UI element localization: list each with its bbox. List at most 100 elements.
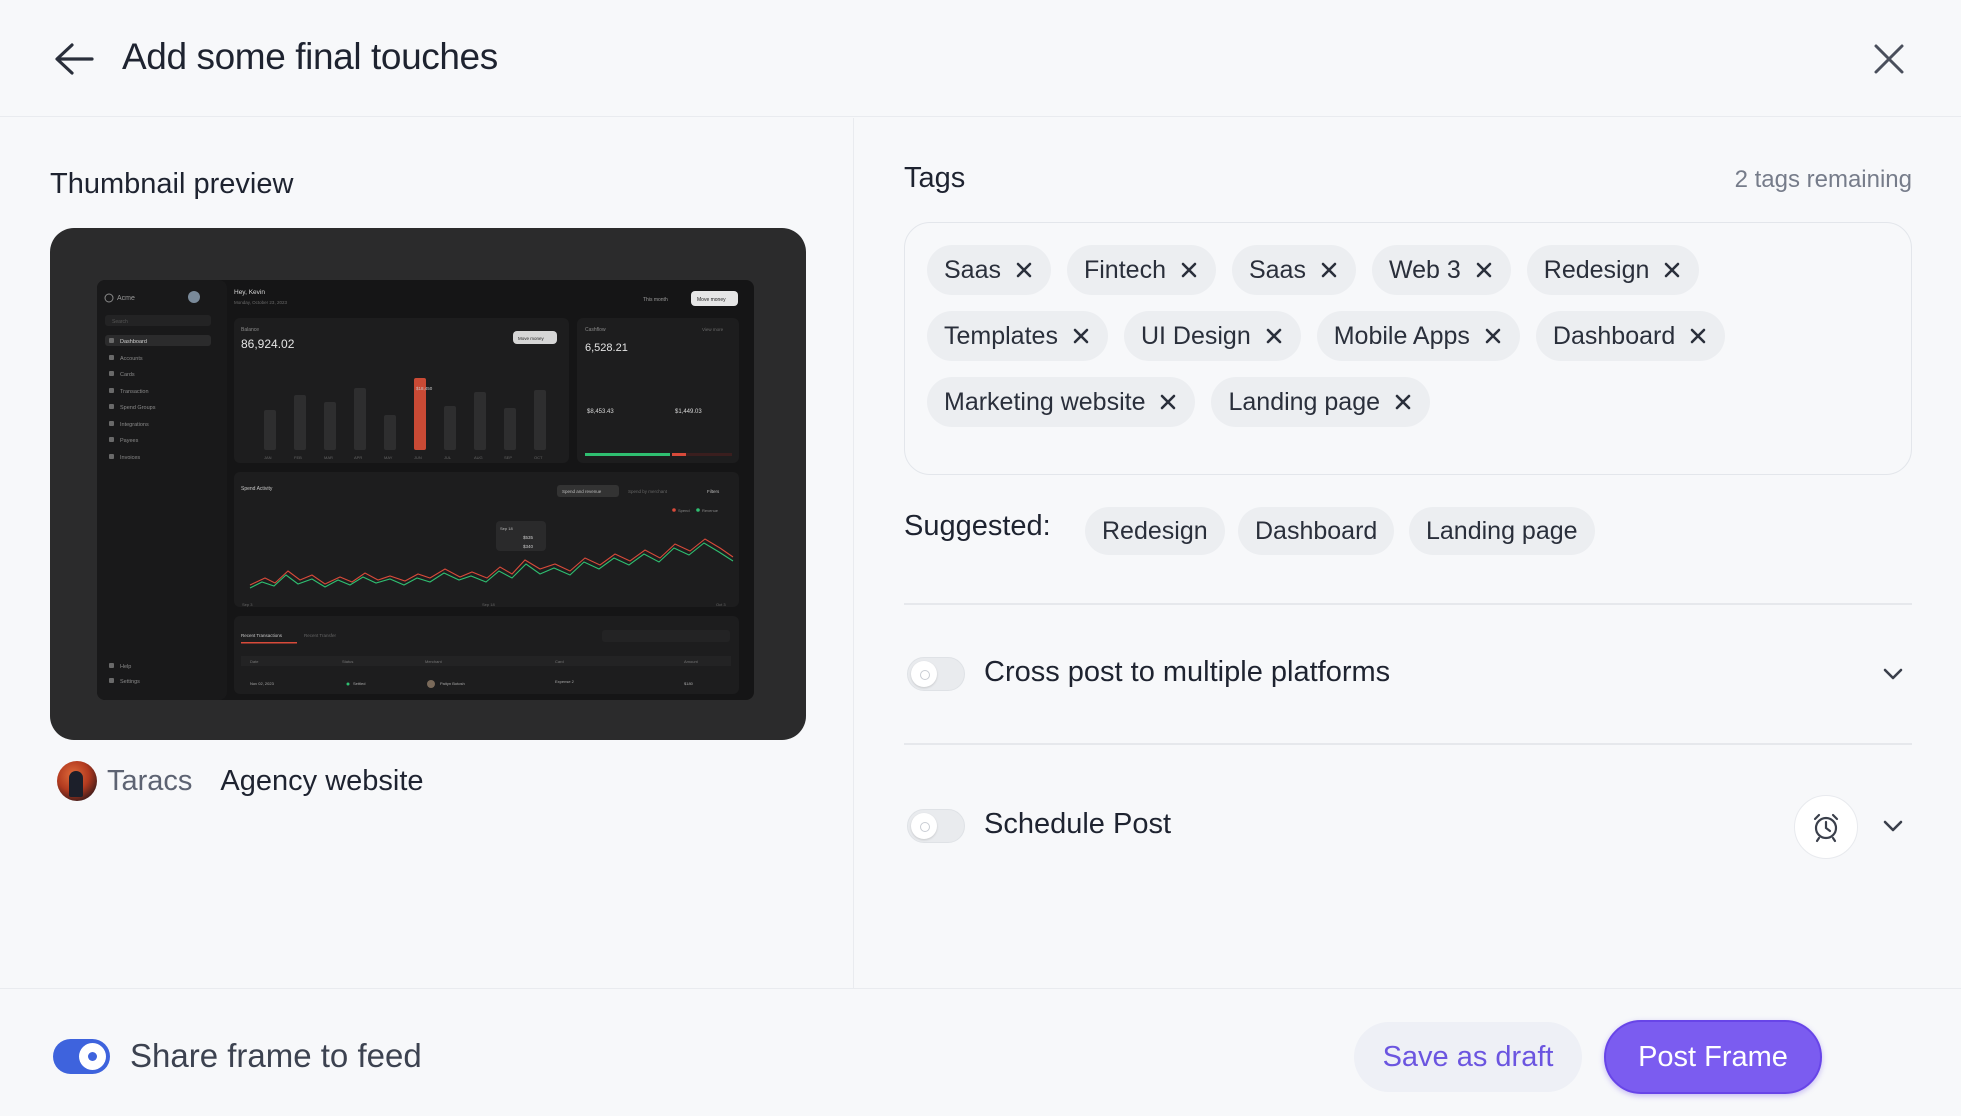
dashboard-preview-image: Acme Search Dashboard Accounts Cards Tra… — [97, 280, 754, 700]
preview-cashflow-label: Cashflow — [585, 327, 606, 333]
remove-tag-icon[interactable] — [1180, 261, 1198, 279]
tag-row: Saas Fintech Saas Web 3 Redesign — [927, 245, 1889, 295]
thumbnail-preview-label: Thumbnail preview — [50, 168, 294, 200]
preview-nav-0: Dashboard — [120, 339, 147, 345]
preview-date: Monday, October 23, 2023 — [234, 300, 287, 305]
preview-greeting: Hey, Kevin — [234, 289, 265, 296]
preview-tx-header-2: Merchant — [425, 659, 443, 664]
modal-header: Add some final touches — [0, 0, 1961, 117]
alarm-clock-icon — [1813, 813, 1839, 843]
save-as-draft-button[interactable]: Save as draft — [1354, 1022, 1582, 1092]
tag-chip[interactable]: Saas — [927, 245, 1051, 295]
preview-balance-move-money: Move money — [518, 336, 545, 341]
preview-nav-4: Spend Groups — [120, 405, 156, 411]
suggested-tag-dashboard[interactable]: Dashboard — [1238, 507, 1395, 555]
preview-period: This month — [643, 297, 668, 303]
tag-label: Saas — [1248, 255, 1306, 284]
left-panel: Thumbnail preview Acme Search Dashboard … — [0, 118, 854, 988]
preview-balance-value: 86,924.02 — [241, 337, 295, 351]
preview-tx-header-1: Status — [342, 659, 353, 664]
chevron-down-icon[interactable] — [1879, 660, 1907, 688]
remove-tag-icon[interactable] — [1015, 261, 1033, 279]
preview-tx-amount: $180 — [684, 681, 694, 686]
divider — [904, 743, 1912, 745]
tag-chip[interactable]: Web 3 — [1371, 245, 1511, 295]
remove-tag-icon[interactable] — [1663, 261, 1681, 279]
preview-month-label: JUN — [414, 455, 422, 460]
remove-tag-icon[interactable] — [1320, 261, 1338, 279]
remove-tag-icon[interactable] — [1072, 327, 1090, 345]
tags-input-box[interactable]: Saas Fintech Saas Web 3 Redesign Templates UI … — [904, 222, 1912, 475]
tags-title: Tags — [904, 162, 966, 194]
cross-post-label: Cross post to multiple platforms — [984, 656, 1391, 688]
share-to-feed-toggle[interactable] — [53, 1039, 110, 1074]
preview-search: Search — [112, 319, 128, 325]
preview-nav-3: Transaction — [120, 389, 149, 395]
author-name[interactable]: Taracs — [107, 765, 192, 798]
preview-month-label: SEP — [504, 455, 512, 460]
preview-view-more: View more — [702, 327, 724, 332]
close-icon[interactable] — [1870, 40, 1908, 78]
remove-tag-icon[interactable] — [1689, 327, 1707, 345]
schedule-time-button[interactable] — [1794, 795, 1858, 859]
remove-tag-icon[interactable] — [1159, 393, 1177, 411]
preview-month-label: OCT — [534, 455, 543, 460]
preview-tx-date: Nov 02, 2023 — [250, 681, 275, 686]
avatar[interactable] — [57, 761, 97, 801]
tag-chip[interactable]: Templates — [927, 311, 1108, 361]
right-panel: Tags 2 tags remaining Saas Fintech Saas Web… — [855, 118, 1961, 988]
preview-cash-in: $8,453.43 — [587, 409, 614, 415]
tag-chip[interactable]: Saas — [1231, 245, 1356, 295]
project-name: Agency website — [220, 764, 424, 797]
cross-post-toggle[interactable] — [907, 657, 965, 691]
preview-tx-header-4: Amount — [684, 659, 699, 664]
tag-chip[interactable]: Marketing website — [927, 377, 1196, 427]
preview-axis-end: Oct 3 — [716, 602, 726, 607]
preview-spend-tab-1: Spend and revenue — [562, 489, 602, 494]
suggested-tag-redesign[interactable]: Redesign — [1085, 507, 1225, 555]
preview-month-label: JAN — [264, 455, 272, 460]
chevron-down-icon[interactable] — [1879, 812, 1907, 840]
tag-label: UI Design — [1140, 321, 1251, 350]
preview-balance-bar — [294, 395, 306, 450]
preview-spend-title: Spend Activity — [241, 486, 273, 492]
thumbnail-preview[interactable]: Acme Search Dashboard Accounts Cards Tra… — [50, 228, 806, 740]
tag-chip[interactable]: UI Design — [1123, 311, 1301, 361]
preview-balance-label: Balance — [241, 327, 259, 333]
preview-nav-help: Help — [120, 664, 131, 670]
preview-axis-start: Sep 3 — [242, 602, 253, 607]
tag-label: Web 3 — [1388, 255, 1461, 284]
preview-month-label: AUG — [474, 455, 483, 460]
tag-chip[interactable]: Mobile Apps — [1316, 311, 1520, 361]
tag-label: Templates — [944, 321, 1058, 350]
schedule-post-label: Schedule Post — [984, 808, 1172, 840]
tag-chip[interactable]: Dashboard — [1535, 311, 1726, 361]
suggested-tag-landing-page[interactable]: Landing page — [1409, 507, 1595, 555]
preview-tx-header-3: Card — [555, 659, 564, 664]
tag-label: Fintech — [1083, 255, 1166, 284]
remove-tag-icon[interactable] — [1265, 327, 1283, 345]
share-to-feed-label: Share frame to feed — [130, 1037, 422, 1074]
back-arrow-icon[interactable] — [52, 40, 96, 78]
tags-remaining-count: 2 tags remaining — [1734, 166, 1912, 193]
preview-balance-bar — [354, 388, 366, 450]
schedule-post-toggle[interactable] — [907, 809, 965, 843]
post-frame-button[interactable]: Post Frame — [1604, 1020, 1822, 1094]
tag-chip[interactable]: Landing page — [1211, 377, 1431, 427]
author-row: Taracs Agency website — [57, 760, 424, 802]
preview-bar-highlight: $18,450 — [416, 386, 433, 391]
preview-cashflow-value: 6,528.21 — [585, 342, 628, 354]
remove-tag-icon[interactable] — [1484, 327, 1502, 345]
remove-tag-icon[interactable] — [1394, 393, 1412, 411]
preview-tx-card: Expense 2 — [555, 679, 575, 684]
tag-chip[interactable]: Fintech — [1066, 245, 1216, 295]
preview-month-label: MAY — [384, 455, 393, 460]
preview-nav-2: Cards — [120, 372, 135, 378]
preview-month-label: APR — [354, 455, 362, 460]
preview-balance-bar — [474, 392, 486, 450]
preview-tx-tab-1: Recent Transactions — [241, 633, 283, 638]
tag-chip[interactable]: Redesign — [1526, 245, 1700, 295]
remove-tag-icon[interactable] — [1475, 261, 1493, 279]
preview-balance-bar — [504, 408, 516, 450]
preview-balance-bar — [324, 402, 336, 450]
